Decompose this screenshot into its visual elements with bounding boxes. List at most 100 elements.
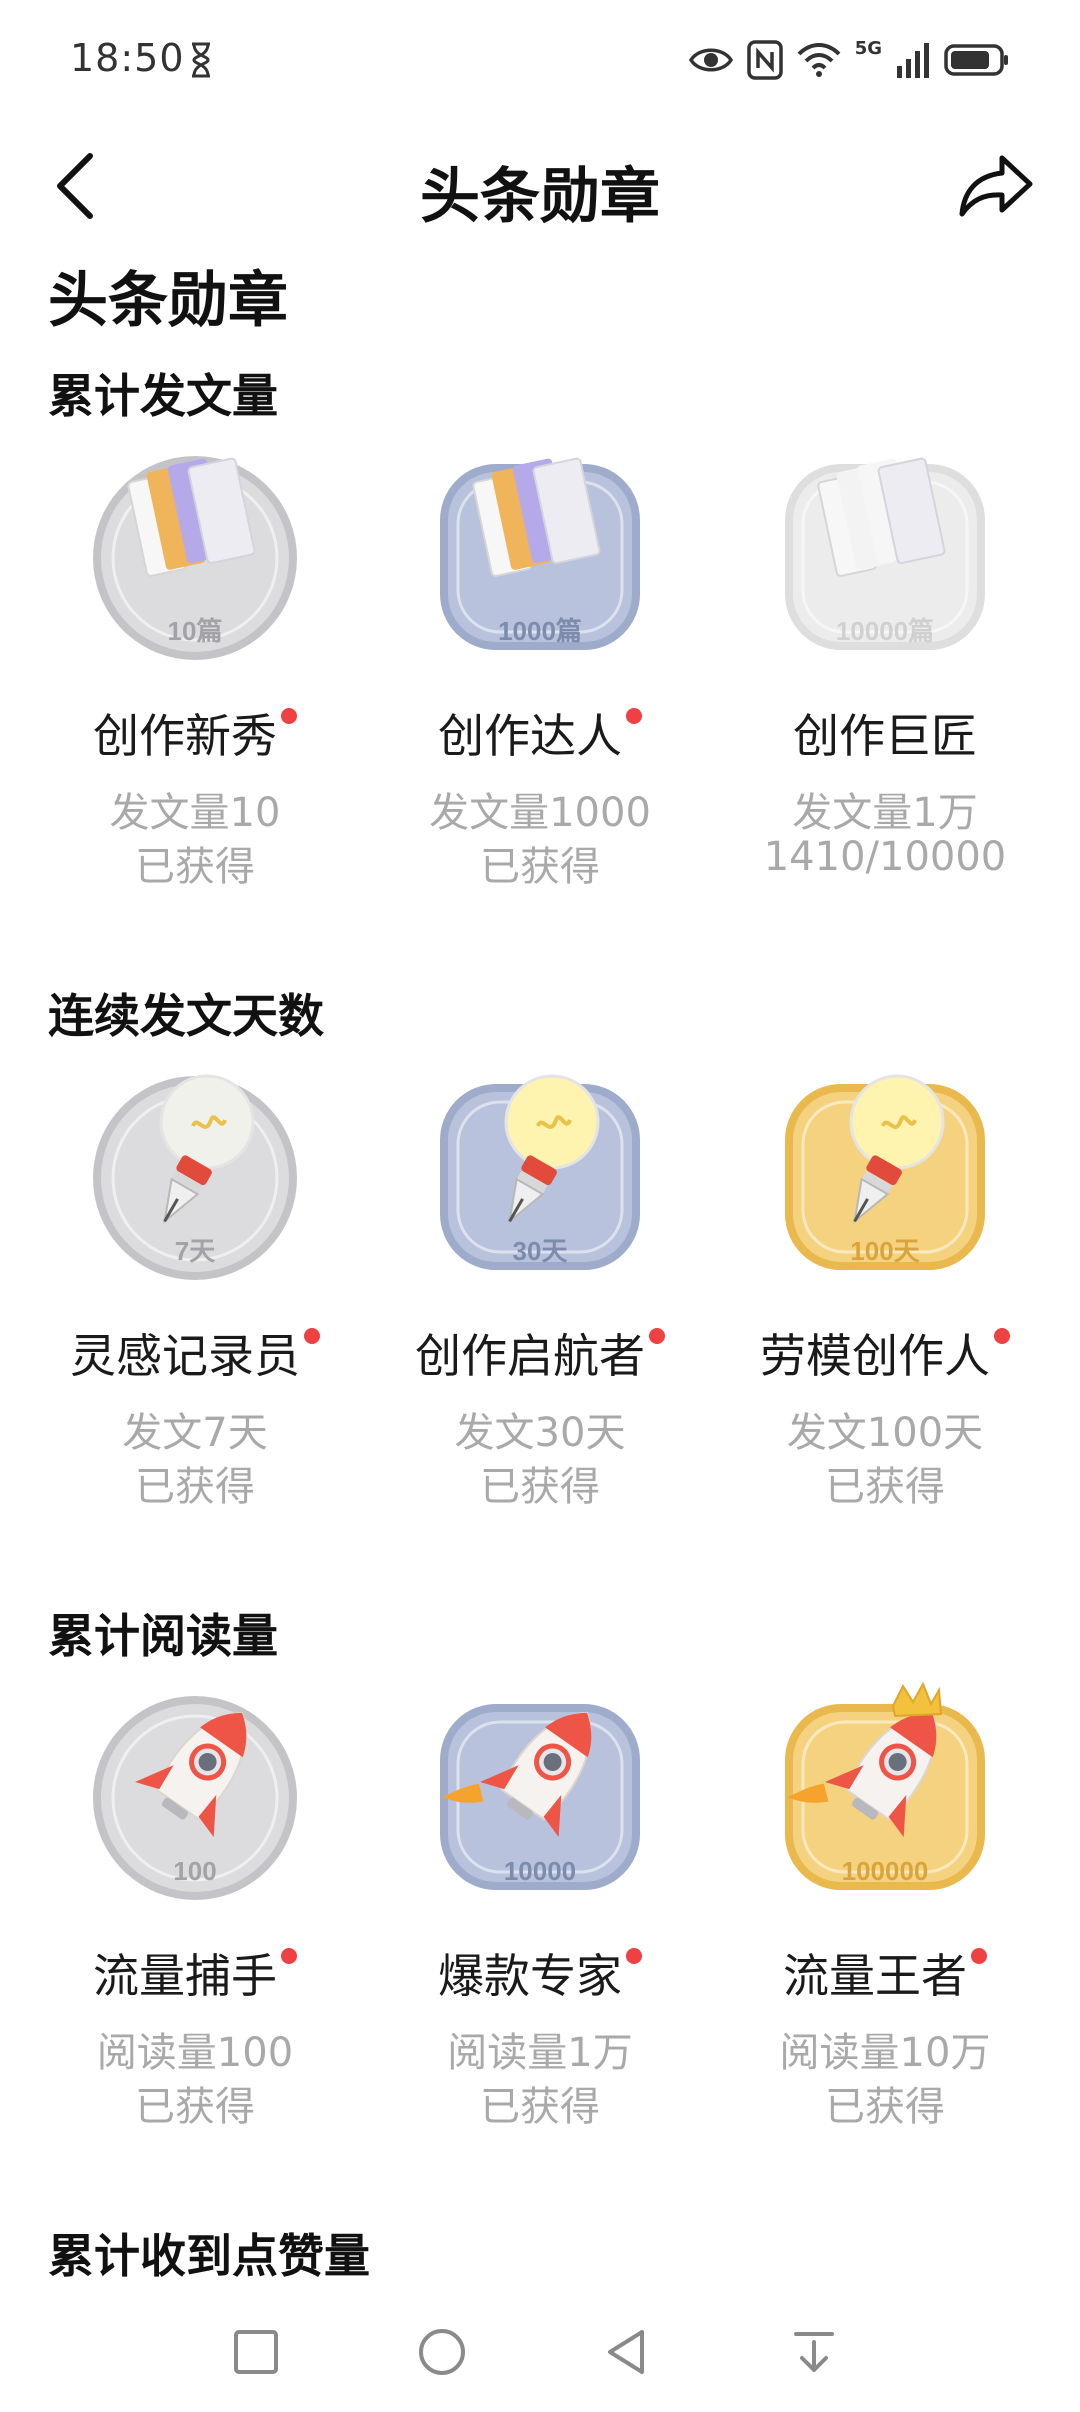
rocket-badge-icon: 100 [85,1680,305,1900]
badge-name: 创作巨匠 [715,700,1055,766]
badge-item[interactable]: 10000篇 创作巨匠发文量1万 1410/10000 [715,440,1055,900]
badge-name: 创作启航者 [370,1320,710,1386]
badge-requirement: 发文30天 [454,1410,626,1456]
back-icon[interactable] [598,2322,658,2382]
book-badge-icon: 10篇 [85,440,305,660]
lightbulb-pen-badge-icon: 30天 [430,1060,650,1280]
badge-graphic-label: 100000 [842,1856,929,1886]
badge-name-text: 流量王者 [783,1949,967,2003]
badge-graphic-label: 100天 [850,1236,919,1266]
lightbulb-pen-badge-icon: 7天 [85,1060,305,1280]
badge-graphic-label: 10000 [504,1856,576,1886]
badge-requirement: 阅读量100 [96,2030,294,2076]
badge-requirement: 发文100天 [786,1410,984,1456]
badge-name-text: 创作启航者 [415,1329,645,1383]
book-badge-icon: 1000篇 [430,440,650,660]
eye-icon [688,48,733,72]
network-type-label: 5G [854,37,882,59]
section-title: 连续发文天数 [48,989,324,1043]
badge-graphic-label: 100 [173,1856,216,1886]
badge-requirement: 阅读量1万 [447,2030,633,2076]
recent-apps-icon[interactable] [226,2322,286,2382]
badge-item[interactable]: 30天 创作启航者发文30天已获得 [370,1060,710,1520]
badge-requirement: 发文量1000 [429,790,651,836]
badge-status: 已获得 [480,844,600,890]
badge-row: 100 流量捕手 阅读量100 已获得 10000 爆款专家 阅读量1万 已获得… [0,1680,1080,2140]
badge-item[interactable]: 1000篇 创作达人发文量1000 已获得 [370,440,710,900]
badge-name-text: 流量捕手 [93,1949,277,2003]
badge-status: 已获得 [480,2084,600,2130]
rocket-crown-badge-icon: 100000 [775,1680,995,1900]
new-dot-indicator [304,1328,320,1344]
new-dot-indicator [626,1948,642,1964]
badge-name-text: 爆款专家 [438,1949,622,2003]
badge-status: 已获得 [135,844,255,890]
badge-status: 已获得 [825,2084,945,2130]
badge-status: 已获得 [135,2084,255,2130]
lightbulb-pen-badge-icon: 100天 [775,1060,995,1280]
badge-row: 7天 灵感记录员 发文7天 已获得 30天 创作启航者 发文30天 已获得 10… [0,1060,1080,1520]
badge-requirement: 阅读量10万 [779,2030,991,2076]
badge-item[interactable]: 100 流量捕手阅读量100 已获得 [25,1680,365,2140]
badge-name: 流量王者 [715,1940,1055,2006]
new-dot-indicator [626,708,642,724]
badge-name-text: 灵感记录员 [70,1329,300,1383]
badge-item[interactable]: 100000 流量王者阅读量10万 已获得 [715,1680,1055,2140]
section-consecutive-days: 连续发文天数 7天 灵感记录员 发文7天 已获得 30天 创作启航者 发文30天… [0,980,1080,1540]
badge-requirement: 发文量1万 [792,790,978,836]
badge-name-text: 创作新秀 [93,709,277,763]
status-bar: 18:50 5G [0,0,1080,120]
badge-item[interactable]: 7天 灵感记录员发文7天已获得 [25,1060,365,1520]
system-nav-bar [0,2300,1080,2412]
new-dot-indicator [281,1948,297,1964]
badge-status: 已获得 [135,1464,255,1510]
badge-name-text: 创作达人 [438,709,622,763]
badge-graphic-label: 1000篇 [498,616,582,646]
section-post-count: 累计发文量 10篇 创作新秀 发文量10 已获得 1000篇 创作达人 发文量1… [0,360,1080,920]
badge-name: 流量捕手 [25,1940,365,2006]
badge-graphic-label: 30天 [513,1236,568,1266]
badge-requirement: 发文量10 [109,790,281,836]
battery-icon [944,44,1008,76]
badge-name-text: 劳模创作人 [760,1329,990,1383]
badge-name-text: 创作巨匠 [793,709,977,763]
badge-graphic-label: 10000篇 [836,616,934,646]
wifi-icon [797,43,841,77]
section-likes-count: 累计收到点赞量 [0,2220,1080,2290]
rocket-badge-icon: 10000 [430,1680,650,1900]
badge-item[interactable]: 10篇 创作新秀发文量10 已获得 [25,440,365,900]
section-read-count: 累计阅读量 100 流量捕手 阅读量100 已获得 10000 爆款专家 阅读量… [0,1600,1080,2160]
section-title: 累计收到点赞量 [48,2229,370,2283]
status-icons: 5G [688,37,1010,82]
badge-name: 创作新秀 [25,700,365,766]
new-dot-indicator [281,708,297,724]
new-dot-indicator [971,1948,987,1964]
badge-status: 已获得 [825,1464,945,1510]
badge-item[interactable]: 100天 劳模创作人发文100天 已获得 [715,1060,1055,1520]
nfc-icon [746,40,783,80]
share-button[interactable] [956,148,1036,224]
book-badge-icon: 10000篇 [775,440,995,660]
nav-title: 头条勋章 [420,162,660,232]
badge-row: 10篇 创作新秀发文量10 已获得 1000篇 创作达人发文量1000 已获得 [0,440,1080,900]
badge-name: 爆款专家 [370,1940,710,2006]
badge-status: 已获得 [480,1464,600,1510]
home-icon[interactable] [412,2322,472,2382]
page-heading: 头条勋章 [48,266,288,336]
badge-item[interactable]: 10000 爆款专家阅读量1万已获得 [370,1680,710,2140]
section-title: 累计发文量 [48,369,278,423]
badge-name: 灵感记录员 [25,1320,365,1386]
badge-graphic-label: 7天 [175,1236,215,1266]
section-title: 累计阅读量 [48,1609,278,1663]
status-time: 18:50 [70,36,185,80]
new-dot-indicator [649,1328,665,1344]
badge-requirement: 发文7天 [122,1410,268,1456]
new-dot-indicator [994,1328,1010,1344]
hourglass-icon [192,42,210,78]
nav-bar: 头条勋章 [0,130,1080,240]
notification-pulldown-icon[interactable] [784,2322,844,2382]
cellular-signal-icon [897,43,929,78]
badge-name: 劳模创作人 [715,1320,1055,1386]
badge-graphic-label: 10篇 [168,616,223,646]
badge-status: 1410/10000 [763,834,1007,880]
